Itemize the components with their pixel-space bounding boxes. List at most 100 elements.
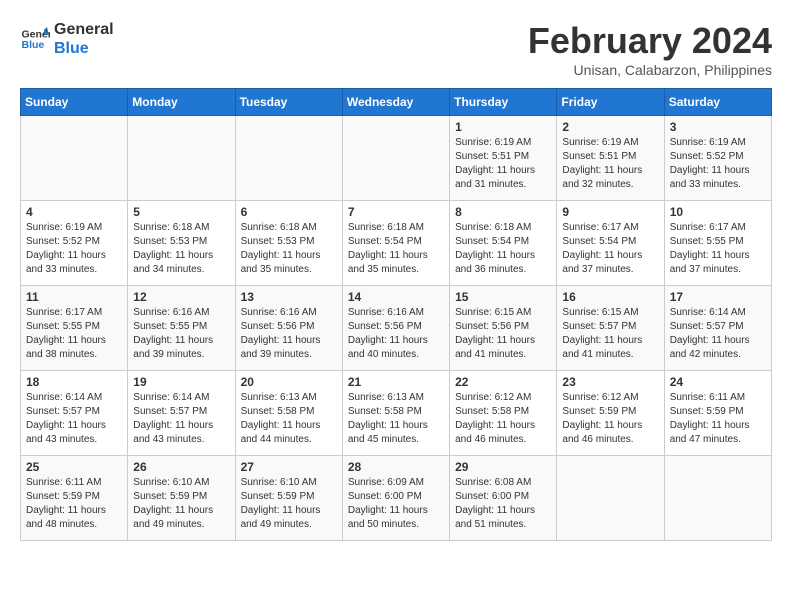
calendar-cell: 29 Sunrise: 6:08 AM Sunset: 6:00 PM Dayli… — [450, 456, 557, 541]
day-detail: Sunrise: 6:18 AM Sunset: 5:53 PM Dayligh… — [133, 221, 229, 277]
day-number: 14 — [348, 290, 444, 304]
calendar-cell: 14 Sunrise: 6:16 AM Sunset: 5:56 PM Dayli… — [342, 286, 449, 371]
calendar-cell: 24Sunrise: 6:11 AM Sunset: 5:59 PM Dayli… — [664, 371, 771, 456]
calendar-cell — [128, 116, 235, 201]
day-detail: Sunrise: 6:18 AM Sunset: 5:54 PM Dayligh… — [348, 221, 444, 277]
calendar-cell: 19 Sunrise: 6:14 AM Sunset: 5:57 PM Dayli… — [128, 371, 235, 456]
calendar-cell: 1 Sunrise: 6:19 AM Sunset: 5:51 PM Daylig… — [450, 116, 557, 201]
day-number: 21 — [348, 375, 444, 389]
day-number: 11 — [26, 290, 122, 304]
calendar-week-row: 18Sunrise: 6:14 AM Sunset: 5:57 PM Dayli… — [21, 371, 772, 456]
day-detail: Sunrise: 6:16 AM Sunset: 5:56 PM Dayligh… — [241, 306, 337, 362]
calendar-cell: 28 Sunrise: 6:09 AM Sunset: 6:00 PM Dayli… — [342, 456, 449, 541]
calendar-cell — [664, 456, 771, 541]
day-number: 24 — [670, 375, 766, 389]
day-number: 8 — [455, 205, 551, 219]
day-detail: Sunrise: 6:16 AM Sunset: 5:55 PM Dayligh… — [133, 306, 229, 362]
day-number: 6 — [241, 205, 337, 219]
day-detail: Sunrise: 6:19 AM Sunset: 5:52 PM Dayligh… — [26, 221, 122, 277]
location-subtitle: Unisan, Calabarzon, Philippines — [528, 62, 772, 78]
day-detail: Sunrise: 6:18 AM Sunset: 5:54 PM Dayligh… — [455, 221, 551, 277]
calendar-cell: 26 Sunrise: 6:10 AM Sunset: 5:59 PM Dayli… — [128, 456, 235, 541]
day-number: 27 — [241, 460, 337, 474]
day-number: 5 — [133, 205, 229, 219]
logo: General Blue General Blue — [20, 20, 114, 58]
calendar-cell — [342, 116, 449, 201]
day-number: 26 — [133, 460, 229, 474]
month-year-title: February 2024 — [528, 20, 772, 62]
calendar-cell: 10Sunrise: 6:17 AM Sunset: 5:55 PM Dayli… — [664, 201, 771, 286]
day-detail: Sunrise: 6:17 AM Sunset: 5:54 PM Dayligh… — [562, 221, 658, 277]
calendar-cell: 15 Sunrise: 6:15 AM Sunset: 5:56 PM Dayli… — [450, 286, 557, 371]
day-number: 29 — [455, 460, 551, 474]
calendar-cell: 13 Sunrise: 6:16 AM Sunset: 5:56 PM Dayli… — [235, 286, 342, 371]
day-number: 16 — [562, 290, 658, 304]
calendar-table: SundayMondayTuesdayWednesdayThursdayFrid… — [20, 88, 772, 541]
calendar-cell: 5 Sunrise: 6:18 AM Sunset: 5:53 PM Daylig… — [128, 201, 235, 286]
day-number: 28 — [348, 460, 444, 474]
day-number: 10 — [670, 205, 766, 219]
day-header-friday: Friday — [557, 89, 664, 116]
day-detail: Sunrise: 6:11 AM Sunset: 5:59 PM Dayligh… — [26, 476, 122, 532]
day-number: 19 — [133, 375, 229, 389]
calendar-week-row: 1 Sunrise: 6:19 AM Sunset: 5:51 PM Daylig… — [21, 116, 772, 201]
day-number: 4 — [26, 205, 122, 219]
calendar-cell: 21Sunrise: 6:13 AM Sunset: 5:58 PM Dayli… — [342, 371, 449, 456]
day-detail: Sunrise: 6:14 AM Sunset: 5:57 PM Dayligh… — [26, 391, 122, 447]
day-detail: Sunrise: 6:08 AM Sunset: 6:00 PM Dayligh… — [455, 476, 551, 532]
calendar-cell: 25Sunrise: 6:11 AM Sunset: 5:59 PM Dayli… — [21, 456, 128, 541]
day-detail: Sunrise: 6:10 AM Sunset: 5:59 PM Dayligh… — [133, 476, 229, 532]
day-detail: Sunrise: 6:09 AM Sunset: 6:00 PM Dayligh… — [348, 476, 444, 532]
calendar-cell: 3 Sunrise: 6:19 AM Sunset: 5:52 PM Daylig… — [664, 116, 771, 201]
day-number: 3 — [670, 120, 766, 134]
day-number: 15 — [455, 290, 551, 304]
calendar-cell: 2 Sunrise: 6:19 AM Sunset: 5:51 PM Daylig… — [557, 116, 664, 201]
day-detail: Sunrise: 6:19 AM Sunset: 5:51 PM Dayligh… — [562, 136, 658, 192]
day-number: 7 — [348, 205, 444, 219]
calendar-cell: 18Sunrise: 6:14 AM Sunset: 5:57 PM Dayli… — [21, 371, 128, 456]
day-detail: Sunrise: 6:10 AM Sunset: 5:59 PM Dayligh… — [241, 476, 337, 532]
calendar-cell: 7 Sunrise: 6:18 AM Sunset: 5:54 PM Daylig… — [342, 201, 449, 286]
day-header-saturday: Saturday — [664, 89, 771, 116]
day-header-thursday: Thursday — [450, 89, 557, 116]
day-number: 13 — [241, 290, 337, 304]
day-number: 22 — [455, 375, 551, 389]
calendar-cell: 16 Sunrise: 6:15 AM Sunset: 5:57 PM Dayli… — [557, 286, 664, 371]
day-detail: Sunrise: 6:16 AM Sunset: 5:56 PM Dayligh… — [348, 306, 444, 362]
day-number: 20 — [241, 375, 337, 389]
day-detail: Sunrise: 6:19 AM Sunset: 5:52 PM Dayligh… — [670, 136, 766, 192]
day-number: 12 — [133, 290, 229, 304]
day-detail: Sunrise: 6:19 AM Sunset: 5:51 PM Dayligh… — [455, 136, 551, 192]
logo-general: General — [54, 20, 114, 39]
day-detail: Sunrise: 6:14 AM Sunset: 5:57 PM Dayligh… — [133, 391, 229, 447]
day-number: 2 — [562, 120, 658, 134]
calendar-cell — [235, 116, 342, 201]
day-header-sunday: Sunday — [21, 89, 128, 116]
logo-icon: General Blue — [20, 24, 50, 54]
calendar-week-row: 11Sunrise: 6:17 AM Sunset: 5:55 PM Dayli… — [21, 286, 772, 371]
calendar-cell: 12 Sunrise: 6:16 AM Sunset: 5:55 PM Dayli… — [128, 286, 235, 371]
calendar-cell: 27 Sunrise: 6:10 AM Sunset: 5:59 PM Dayli… — [235, 456, 342, 541]
day-number: 23 — [562, 375, 658, 389]
page-header: General Blue General Blue February 2024 … — [20, 20, 772, 78]
day-detail: Sunrise: 6:15 AM Sunset: 5:57 PM Dayligh… — [562, 306, 658, 362]
day-detail: Sunrise: 6:12 AM Sunset: 5:59 PM Dayligh… — [562, 391, 658, 447]
day-detail: Sunrise: 6:15 AM Sunset: 5:56 PM Dayligh… — [455, 306, 551, 362]
calendar-cell: 6Sunrise: 6:18 AM Sunset: 5:53 PM Daylig… — [235, 201, 342, 286]
calendar-week-row: 4 Sunrise: 6:19 AM Sunset: 5:52 PM Daylig… — [21, 201, 772, 286]
day-detail: Sunrise: 6:12 AM Sunset: 5:58 PM Dayligh… — [455, 391, 551, 447]
calendar-cell: 8 Sunrise: 6:18 AM Sunset: 5:54 PM Daylig… — [450, 201, 557, 286]
calendar-cell: 11Sunrise: 6:17 AM Sunset: 5:55 PM Dayli… — [21, 286, 128, 371]
calendar-cell: 23 Sunrise: 6:12 AM Sunset: 5:59 PM Dayli… — [557, 371, 664, 456]
title-block: February 2024 Unisan, Calabarzon, Philip… — [528, 20, 772, 78]
calendar-cell: 22 Sunrise: 6:12 AM Sunset: 5:58 PM Dayli… — [450, 371, 557, 456]
calendar-cell: 17Sunrise: 6:14 AM Sunset: 5:57 PM Dayli… — [664, 286, 771, 371]
logo-blue: Blue — [54, 39, 114, 58]
calendar-cell: 4 Sunrise: 6:19 AM Sunset: 5:52 PM Daylig… — [21, 201, 128, 286]
day-header-monday: Monday — [128, 89, 235, 116]
day-number: 1 — [455, 120, 551, 134]
calendar-header-row: SundayMondayTuesdayWednesdayThursdayFrid… — [21, 89, 772, 116]
day-header-wednesday: Wednesday — [342, 89, 449, 116]
day-detail: Sunrise: 6:14 AM Sunset: 5:57 PM Dayligh… — [670, 306, 766, 362]
day-header-tuesday: Tuesday — [235, 89, 342, 116]
